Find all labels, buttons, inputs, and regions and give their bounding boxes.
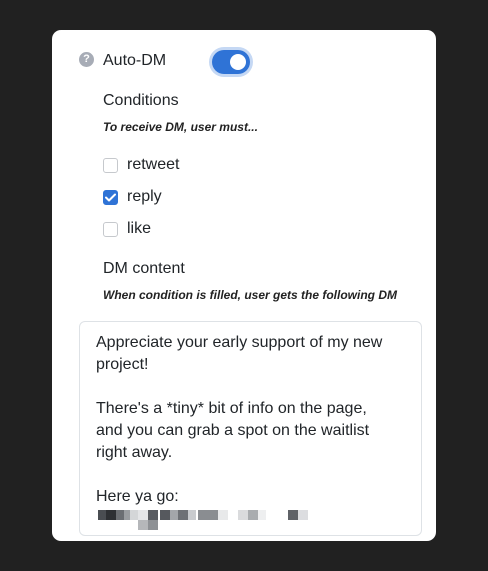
dm-line — [96, 376, 405, 398]
retweet-checkbox[interactable] — [103, 157, 118, 173]
auto-dm-label: Auto-DM — [103, 52, 167, 69]
dm-line: There's a *tiny* bit of info on the page… — [96, 400, 367, 417]
reply-checkbox[interactable] — [103, 189, 118, 205]
redacted-link — [98, 510, 308, 530]
retweet-label: retweet — [127, 156, 180, 173]
dm-line: and you can grab a spot on the waitlist — [96, 422, 370, 439]
dm-content-textarea[interactable]: Appreciate your early support of my new … — [79, 321, 422, 536]
question-circle-icon[interactable]: ? — [79, 52, 94, 67]
dm-line — [96, 464, 405, 486]
condition-like[interactable]: like — [103, 219, 151, 239]
check-icon — [105, 193, 116, 201]
dm-line: Here ya go: — [96, 488, 179, 505]
dm-line: right away. — [96, 444, 173, 461]
auto-dm-settings-card: ? Auto-DM Conditions To receive DM, user… — [52, 30, 436, 541]
dm-content-title: DM content — [103, 260, 185, 277]
like-checkbox[interactable] — [103, 221, 118, 237]
condition-retweet[interactable]: retweet — [103, 155, 179, 175]
toggle-knob — [230, 54, 246, 70]
dm-line: project! — [96, 356, 149, 373]
conditions-title: Conditions — [103, 92, 179, 109]
dm-line: Appreciate your early support of my new — [96, 334, 383, 351]
reply-label: reply — [127, 188, 162, 205]
conditions-hint: To receive DM, user must... — [103, 120, 258, 134]
condition-reply[interactable]: reply — [103, 187, 162, 207]
dm-content-hint: When condition is filled, user gets the … — [103, 288, 397, 302]
like-label: like — [127, 220, 152, 237]
auto-dm-toggle[interactable] — [212, 50, 250, 74]
